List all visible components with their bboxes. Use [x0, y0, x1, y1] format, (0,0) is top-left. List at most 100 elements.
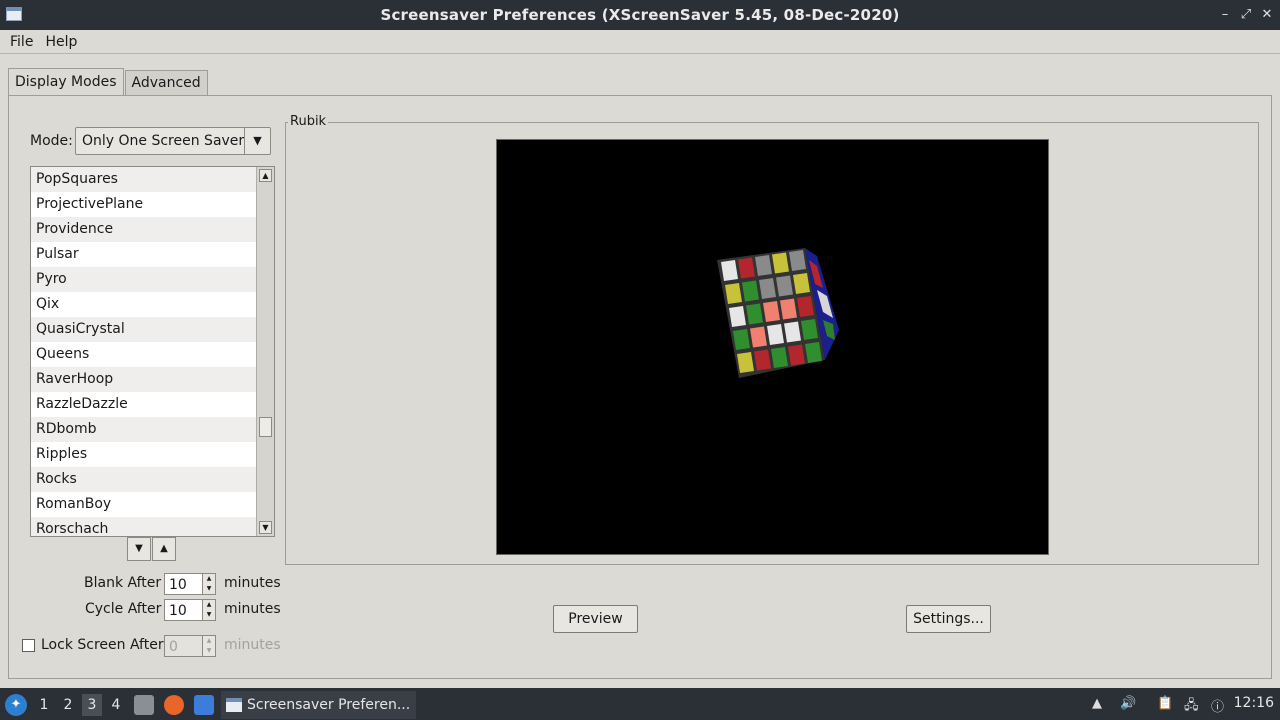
- cube-sticker: [767, 324, 784, 345]
- cube-sticker: [797, 296, 814, 317]
- menu-file[interactable]: File: [4, 34, 39, 50]
- lock-after-unit: minutes: [224, 637, 281, 653]
- list-item[interactable]: RomanBoy: [31, 492, 257, 517]
- list-item[interactable]: Pyro: [31, 267, 257, 292]
- move-up-button[interactable]: ▲: [152, 537, 176, 561]
- minimize-icon[interactable]: –: [1216, 6, 1234, 24]
- title-bar: Screensaver Preferences (XScreenSaver 5.…: [0, 0, 1280, 30]
- volume-icon[interactable]: 🔊: [1120, 696, 1136, 711]
- spinner-arrows-icon[interactable]: ▲ ▼: [202, 574, 215, 594]
- mode-label: Mode:: [30, 133, 73, 149]
- cube-sticker: [754, 349, 771, 371]
- cube-sticker: [755, 255, 772, 276]
- list-item[interactable]: RaverHoop: [31, 367, 257, 392]
- list-item[interactable]: Pulsar: [31, 242, 257, 267]
- maximize-icon[interactable]: ⤢: [1237, 6, 1255, 24]
- list-item[interactable]: Providence: [31, 217, 257, 242]
- scrollbar-thumb[interactable]: [259, 417, 272, 437]
- preview-frame-title: Rubik: [288, 114, 329, 129]
- terminal-icon[interactable]: [194, 695, 214, 715]
- taskbar: ✦ 1 2 3 4 Screensaver Preferen... ▲ 🔊 📋 …: [0, 688, 1280, 720]
- cube-sticker: [793, 273, 810, 294]
- lock-after-value: 0: [169, 639, 178, 655]
- blank-after-spinner[interactable]: 10 ▲ ▼: [164, 573, 216, 595]
- screensaver-list-items: PopSquares ProjectivePlane Providence Pulsa…: [31, 167, 257, 536]
- cube-sticker: [759, 278, 776, 299]
- list-item[interactable]: RDbomb: [31, 417, 257, 442]
- list-item[interactable]: Ripples: [31, 442, 257, 467]
- cube-sticker: [784, 321, 801, 343]
- cube-sticker: [771, 347, 788, 368]
- cycle-after-label: Cycle After: [85, 601, 162, 617]
- list-item[interactable]: PopSquares: [31, 167, 257, 192]
- lock-after-spinner[interactable]: 0 ▲ ▼: [164, 635, 216, 657]
- list-item[interactable]: Rocks: [31, 467, 257, 492]
- workspace-4[interactable]: 4: [106, 694, 126, 716]
- tab-advanced[interactable]: Advanced: [124, 70, 208, 96]
- cube-sticker: [733, 329, 750, 350]
- workspace-3[interactable]: 3: [82, 694, 102, 716]
- lock-screen-checkbox[interactable]: [22, 639, 35, 652]
- cube-sticker: [742, 280, 759, 302]
- spinner-arrows-icon[interactable]: ▲ ▼: [202, 636, 215, 656]
- tab-display-modes[interactable]: Display Modes: [8, 68, 124, 96]
- settings-button[interactable]: Settings...: [906, 605, 991, 633]
- list-item[interactable]: Qix: [31, 292, 257, 317]
- cube-sticker: [737, 352, 754, 373]
- cube-sticker: [750, 326, 767, 348]
- spinner-arrows-icon[interactable]: ▲ ▼: [202, 600, 215, 620]
- workspace-1[interactable]: 1: [34, 694, 54, 716]
- blank-after-value: 10: [169, 577, 187, 593]
- cube-sticker: [729, 306, 746, 327]
- list-scrollbar[interactable]: ▲ ▼: [256, 167, 274, 536]
- cycle-after-unit: minutes: [224, 601, 281, 617]
- clock: 12:16: [1233, 695, 1274, 711]
- cube-sticker: [725, 283, 742, 304]
- update-icon[interactable]: ⓘ: [1211, 696, 1224, 715]
- menu-bar: File Help: [0, 30, 1280, 54]
- cube-sticker: [789, 250, 806, 271]
- preview-area: [496, 139, 1049, 555]
- workspace-2[interactable]: 2: [58, 694, 78, 716]
- mode-dropdown[interactable]: Only One Screen Saver ▼: [75, 127, 271, 155]
- clipboard-icon[interactable]: 📋: [1157, 696, 1173, 711]
- notification-up-icon[interactable]: ▲: [1092, 696, 1102, 711]
- cycle-after-value: 10: [169, 603, 187, 619]
- cube-sticker: [772, 252, 789, 274]
- cube-sticker: [746, 303, 763, 325]
- cube-sticker: [776, 275, 793, 297]
- list-item[interactable]: QuasiCrystal: [31, 317, 257, 342]
- cycle-after-spinner[interactable]: 10 ▲ ▼: [164, 599, 216, 621]
- cube-sticker: [805, 342, 822, 363]
- chevron-down-icon[interactable]: ▼: [244, 128, 270, 154]
- list-item[interactable]: Queens: [31, 342, 257, 367]
- list-item[interactable]: RazzleDazzle: [31, 392, 257, 417]
- close-icon[interactable]: ✕: [1258, 6, 1276, 24]
- taskbar-window-button[interactable]: Screensaver Preferen...: [221, 691, 416, 719]
- list-item[interactable]: Rorschach: [31, 517, 257, 536]
- list-item[interactable]: ProjectivePlane: [31, 192, 257, 217]
- window-title: Screensaver Preferences (XScreenSaver 5.…: [380, 6, 900, 24]
- scroll-up-icon[interactable]: ▲: [259, 169, 272, 182]
- cube-sticker: [780, 298, 797, 320]
- tab-strip: Display Modes Advanced: [8, 68, 209, 96]
- blank-after-label: Blank After: [84, 575, 162, 591]
- lock-screen-label: Lock Screen After: [41, 637, 164, 653]
- window-icon: [226, 698, 242, 712]
- scroll-down-icon[interactable]: ▼: [259, 521, 272, 534]
- preview-button[interactable]: Preview: [553, 605, 638, 633]
- move-down-button[interactable]: ▼: [127, 537, 151, 561]
- blank-after-unit: minutes: [224, 575, 281, 591]
- mode-value: Only One Screen Saver: [82, 133, 245, 149]
- start-menu-icon[interactable]: ✦: [5, 694, 27, 716]
- network-icon[interactable]: 🖧: [1184, 696, 1199, 718]
- rubik-cube-image: [717, 248, 839, 378]
- file-manager-icon[interactable]: [134, 695, 154, 715]
- cube-sticker: [721, 260, 738, 281]
- taskbar-window-label: Screensaver Preferen...: [247, 697, 411, 713]
- menu-help[interactable]: Help: [39, 34, 83, 50]
- cube-sticker: [763, 301, 780, 322]
- firefox-icon[interactable]: [164, 695, 184, 715]
- screensaver-list[interactable]: PopSquares ProjectivePlane Providence Pulsa…: [30, 166, 275, 537]
- cube-sticker: [801, 319, 818, 340]
